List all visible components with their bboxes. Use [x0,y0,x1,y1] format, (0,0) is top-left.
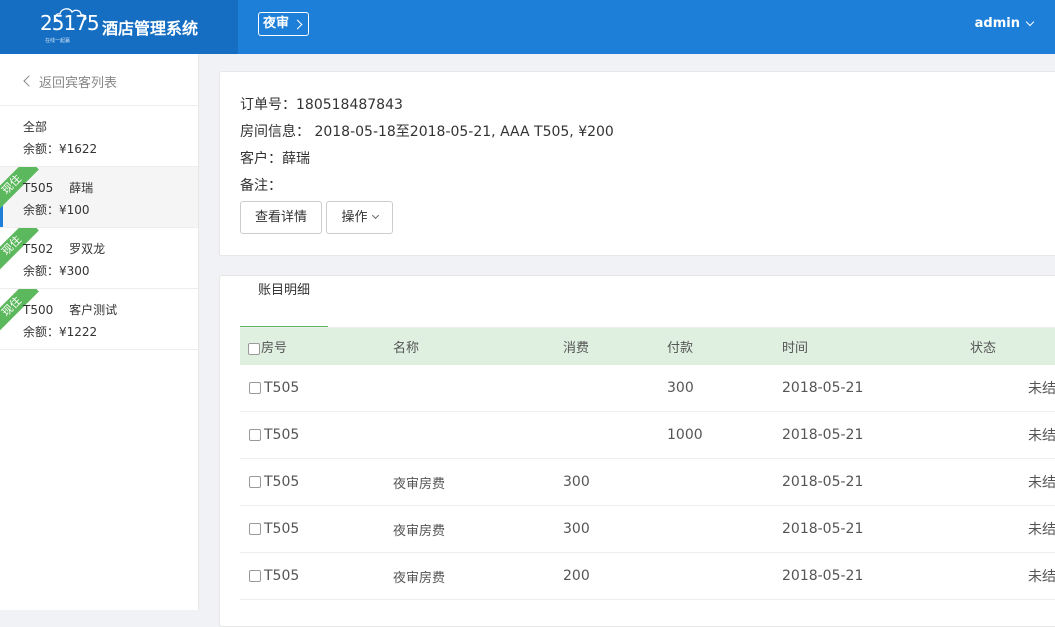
back-to-guest-list-link[interactable]: 返回宾客列表 [0,54,198,106]
back-label: 返回宾客列表 [39,76,118,91]
cell-name [393,365,563,412]
logo-tagline: 在线一起赢 [45,38,71,44]
operations-label: 操作 [341,210,368,225]
row-checkbox[interactable] [249,382,261,394]
column-label: 房号 [261,341,288,356]
remark-info: 备注： [240,178,282,194]
cell-time: 2018-05-21 [782,552,970,600]
table-row[interactable]: T505 1000 2018-05-21 未结 [240,411,1055,459]
guest-room: 全部 [23,120,48,134]
table-row[interactable]: T505 夜审房费 300 2018-05-21 未结 [240,505,1055,553]
select-all-checkbox[interactable] [248,342,260,355]
guest-name: 客户测试 [69,303,118,317]
cell-name: 夜审房费 [393,458,563,506]
table-header-row: 房号 名称 消费 付款 时间 状态 [240,328,1055,365]
cell-status: 未结 [970,458,1055,506]
cell-time: 2018-05-21 [782,411,970,459]
cell-status: 未结 [970,411,1055,459]
top-bar: 25175 在线一起赢 酒店管理系统 夜审 admin [0,0,1055,54]
cell-room: T505 [264,568,300,584]
column-header-name: 名称 [393,328,563,365]
cell-spend: 200 [563,552,667,600]
customer-info: 客户：薛瑞 [240,151,310,167]
night-audit-label: 夜审 [263,16,290,31]
column-header-spend: 消费 [563,328,667,365]
operations-dropdown-button[interactable]: 操作 [326,201,393,234]
cell-spend: 300 [563,458,667,506]
cell-room: T505 [264,521,300,537]
guest-name-line: 全部 [23,118,59,135]
chevron-left-icon [23,75,35,87]
table-row[interactable]: T505 300 2018-05-21 未结 [240,365,1055,412]
sidebar-item-t500[interactable]: 现住 T500 客户测试 余额：¥1222 [0,289,198,350]
row-checkbox[interactable] [249,570,261,582]
cell-room: T505 [264,380,300,396]
cell-time: 2018-05-21 [782,505,970,553]
column-header-time: 时间 [782,328,970,365]
guest-name: 薛瑞 [69,181,94,195]
logo-number: 25175 [40,11,100,35]
guest-balance: 余额：¥1622 [23,142,98,156]
column-header-room: 房号 [240,328,393,365]
guest-name-line: T500 客户测试 [23,301,117,318]
guest-name: 罗双龙 [69,242,106,256]
cell-time: 2018-05-21 [782,365,970,412]
guest-balance: 余额：¥1222 [23,325,98,339]
ledger-card: 账目明细 房号 名称 消费 付款 时间 状态 T505 300 2018-05-… [219,275,1055,627]
row-checkbox[interactable] [249,523,261,535]
cell-name [393,411,563,459]
cell-name: 夜审房费 [393,505,563,553]
order-info-card: 订单号：180518487843 房间信息： 2018-05-18至2018-0… [219,71,1055,256]
sidebar-item-all[interactable]: 全部 余额：¥1622 [0,106,198,167]
guest-room: T500 [23,303,54,317]
cell-spend: 300 [563,505,667,553]
ledger-table: 房号 名称 消费 付款 时间 状态 T505 300 2018-05-21 未结… [240,328,1055,600]
view-details-button[interactable]: 查看详情 [240,201,322,234]
user-name: admin [974,16,1020,31]
logo: 25175 在线一起赢 [40,8,100,46]
cell-status: 未结 [970,552,1055,600]
cell-pay: 1000 [667,411,782,459]
guest-sidebar: 返回宾客列表 全部 余额：¥1622 现住 T505 薛瑞 余额：¥100 现住… [0,54,199,610]
guest-name-line: T505 薛瑞 [23,179,93,196]
logo-area[interactable]: 25175 在线一起赢 酒店管理系统 [0,0,238,54]
chevron-down-icon [371,211,379,220]
cell-name: 夜审房费 [393,552,563,600]
guest-balance: 余额：¥300 [23,264,90,278]
chevron-down-icon [1025,17,1035,26]
night-audit-button[interactable]: 夜审 [258,12,310,36]
room-info: 房间信息： 2018-05-18至2018-05-21, AAA T505, ¥… [240,124,614,140]
chevron-right-icon [292,19,303,29]
cell-pay: 300 [667,365,782,412]
row-checkbox[interactable] [249,429,261,441]
tab-ledger-details[interactable]: 账目明细 [240,276,328,328]
cell-spend [563,411,667,459]
cell-pay [667,505,782,553]
cell-pay [667,458,782,506]
guest-room: T505 [23,181,54,195]
table-row[interactable]: T505 夜审房费 200 2018-05-21 未结 [240,552,1055,600]
order-number: 订单号：180518487843 [240,97,403,113]
guest-room: T502 [23,242,54,256]
row-checkbox[interactable] [249,476,261,488]
column-header-status: 状态 [970,328,1055,365]
user-menu[interactable]: admin [974,16,1035,31]
sidebar-item-t505[interactable]: 现住 T505 薛瑞 余额：¥100 [0,167,198,228]
guest-balance: 余额：¥100 [23,203,90,217]
sidebar-item-t502[interactable]: 现住 T502 罗双龙 余额：¥300 [0,228,198,289]
cell-pay [667,552,782,600]
app-title: 酒店管理系统 [102,19,199,38]
column-header-pay: 付款 [667,328,782,365]
guest-name-line: T502 罗双龙 [23,240,105,257]
cell-time: 2018-05-21 [782,458,970,506]
table-row[interactable]: T505 夜审房费 300 2018-05-21 未结 [240,458,1055,506]
tab-label: 账目明细 [257,283,310,298]
cell-spend [563,365,667,412]
cell-status: 未结 [970,505,1055,553]
cell-room: T505 [264,474,300,490]
cell-room: T505 [264,427,300,443]
cell-status: 未结 [970,365,1055,412]
